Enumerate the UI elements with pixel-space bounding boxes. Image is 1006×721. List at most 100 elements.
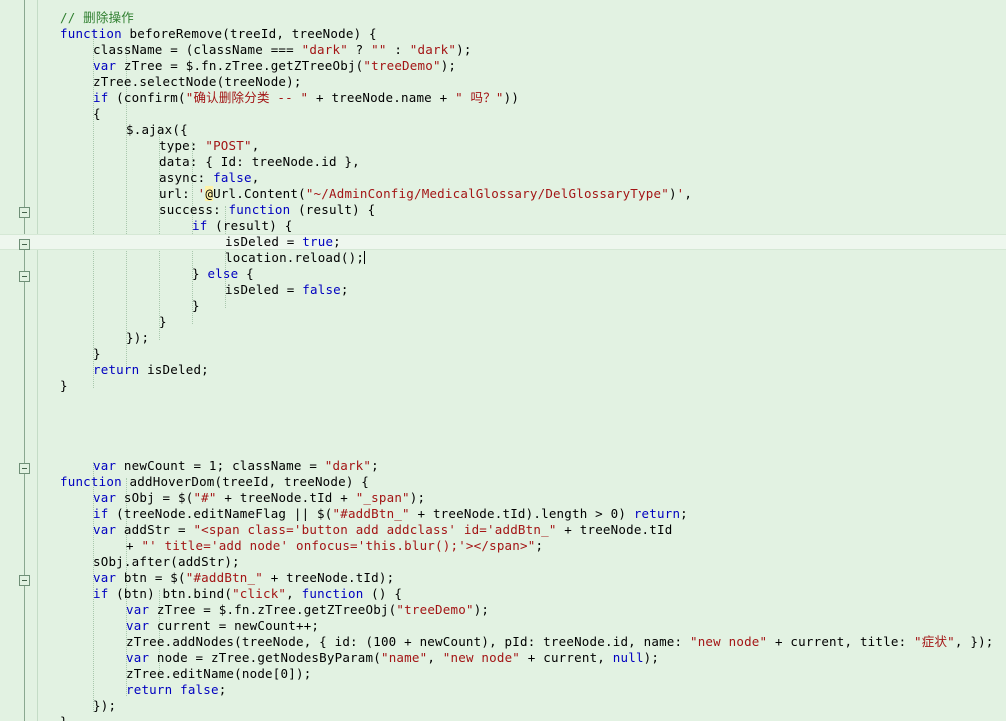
code-token-pl: { [93,106,101,121]
code-token-str: "click" [232,586,287,601]
code-token-pl: , [684,186,693,201]
code-token-kw: function [301,586,364,601]
code-token-kw: true [302,234,334,249]
fold-marker-ajax[interactable] [19,207,30,218]
code-line[interactable]: function addHoverDom(treeId, treeNode) { [0,474,1006,490]
code-line[interactable]: }); [0,698,1006,714]
code-token-kw: var [126,602,150,617]
fold-marker-addhoverdom[interactable] [19,463,30,474]
code-line[interactable] [0,410,1006,426]
code-line[interactable]: } [0,378,1006,394]
code-token-pl: beforeRemove(treeId, treeNode) { [121,26,377,41]
code-token-pl: + current, title: [767,634,915,649]
code-token-kw: if [93,586,109,601]
code-line[interactable]: success: function (result) { [0,202,1006,218]
code-line[interactable]: function beforeRemove(treeId, treeNode) … [0,26,1006,42]
code-line[interactable]: var node = zTree.getNodesByParam("name",… [0,650,1006,666]
code-token-str: "_span" [355,490,410,505]
code-line[interactable]: } [0,298,1006,314]
code-token-pl: (treeNode.editNameFlag || $( [108,506,333,521]
code-token-pl: zTree = $.fn.zTree.getZTreeObj( [149,602,397,617]
code-line[interactable]: var addStr = "<span class='button add ad… [0,522,1006,538]
code-line[interactable]: var btn = $("#addBtn_" + treeNode.tId); [0,570,1006,586]
code-line[interactable]: } else { [0,266,1006,282]
code-line[interactable]: return isDeled; [0,362,1006,378]
code-line[interactable]: var current = newCount++; [0,618,1006,634]
code-line[interactable]: var sObj = $("#" + treeNode.tId + "_span… [0,490,1006,506]
code-line[interactable]: className = (className === "dark" ? "" :… [0,42,1006,58]
code-line[interactable]: var zTree = $.fn.zTree.getZTreeObj("tree… [0,58,1006,74]
code-line[interactable]: type: "POST", [0,138,1006,154]
code-token-pl: , [286,586,302,601]
code-token-razor: @ [205,186,214,201]
code-line[interactable]: isDeled = false; [0,282,1006,298]
code-line[interactable]: { [0,106,1006,122]
code-token-str: "dark" [324,458,372,473]
code-token-kw: var [93,522,117,537]
code-token-pl: + treeNode.tId [556,522,673,537]
code-token-pl: $.ajax({ [126,122,188,137]
code-token-kw: function [60,26,122,41]
code-line[interactable]: isDeled = true; [0,234,1006,250]
code-token-pl: ; [371,458,379,473]
code-line[interactable]: + "' title='add node' onfocus='this.blur… [0,538,1006,554]
code-token-kw: function [228,202,291,217]
code-line[interactable]: zTree.addNodes(treeNode, { id: (100 + ne… [0,634,1006,650]
fold-marker-btn-bind[interactable] [19,575,30,586]
code-token-pl: (result) { [207,218,293,233]
code-line[interactable]: zTree.editName(node[0]); [0,666,1006,682]
code-line[interactable]: var newCount = 1; className = "dark"; [0,458,1006,474]
code-line[interactable]: } [0,346,1006,362]
code-token-str: "~/AdminConfig/MedicalGlossary/DelGlossa… [305,186,669,201]
code-line[interactable]: async: false, [0,170,1006,186]
code-token-pl: } [60,378,68,393]
code-line[interactable] [0,394,1006,410]
code-line[interactable]: data: { Id: treeNode.id }, [0,154,1006,170]
code-token-pl: isDeled = [225,234,303,249]
code-line[interactable]: if (confirm("确认删除分类 -- " + treeNode.name… [0,90,1006,106]
code-line[interactable]: }); [0,330,1006,346]
code-line[interactable]: } [0,314,1006,330]
code-token-pl: (confirm( [108,90,186,105]
code-token-pl: ; [680,506,688,521]
code-token-pl: sObj = $( [116,490,194,505]
code-line[interactable]: // 删除操作 [0,10,1006,26]
code-text-layer[interactable]: // 删除操作 function beforeRemove(treeId, tre… [0,0,1006,721]
code-line[interactable]: } [0,714,1006,721]
code-line[interactable]: zTree.selectNode(treeNode); [0,74,1006,90]
code-token-str: "dark" [301,42,348,57]
code-token-pl: btn = $( [116,570,186,585]
code-token-kw: return [93,362,140,377]
fold-marker-else[interactable] [19,271,30,282]
code-line[interactable] [0,442,1006,458]
code-editor-surface[interactable]: // 删除操作 function beforeRemove(treeId, tre… [0,0,1006,721]
code-token-pl: + treeNode.name + [308,90,456,105]
code-token-pl: Url.Content( [213,186,306,201]
code-token-pl: + treeNode.tId).length > 0) [409,506,634,521]
code-line[interactable]: url: '@Url.Content("~/AdminConfig/Medica… [0,186,1006,202]
code-line[interactable]: return false; [0,682,1006,698]
code-token-str: "#addBtn_" [332,506,410,521]
code-token-cmt: // 删除操作 [60,10,134,25]
code-token-pl: ); [440,58,457,73]
code-token-kw: if [93,506,109,521]
code-line[interactable] [0,426,1006,442]
fold-marker-success[interactable] [19,239,30,250]
code-token-pl: zTree.addNodes(treeNode, { id: (100 + ne… [126,634,690,649]
code-line[interactable]: location.reload(); [0,250,1006,266]
code-token-kw: var [93,570,117,585]
code-token-pl: isDeled; [139,362,209,377]
code-line[interactable]: if (btn) btn.bind("click", function () { [0,586,1006,602]
code-token-pl: node = zTree.getNodesByParam( [149,650,381,665]
code-line[interactable]: var zTree = $.fn.zTree.getZTreeObj("tree… [0,602,1006,618]
code-token-pl: ); [473,602,490,617]
code-token-kw: var [126,650,150,665]
code-line[interactable]: sObj.after(addStr); [0,554,1006,570]
code-line[interactable]: $.ajax({ [0,122,1006,138]
code-token-pl: ; [535,538,544,553]
code-token-pl: } [192,298,200,313]
code-line[interactable]: if (treeNode.editNameFlag || $("#addBtn_… [0,506,1006,522]
code-token-pl: + treeNode.tId + [216,490,356,505]
code-line[interactable]: if (result) { [0,218,1006,234]
